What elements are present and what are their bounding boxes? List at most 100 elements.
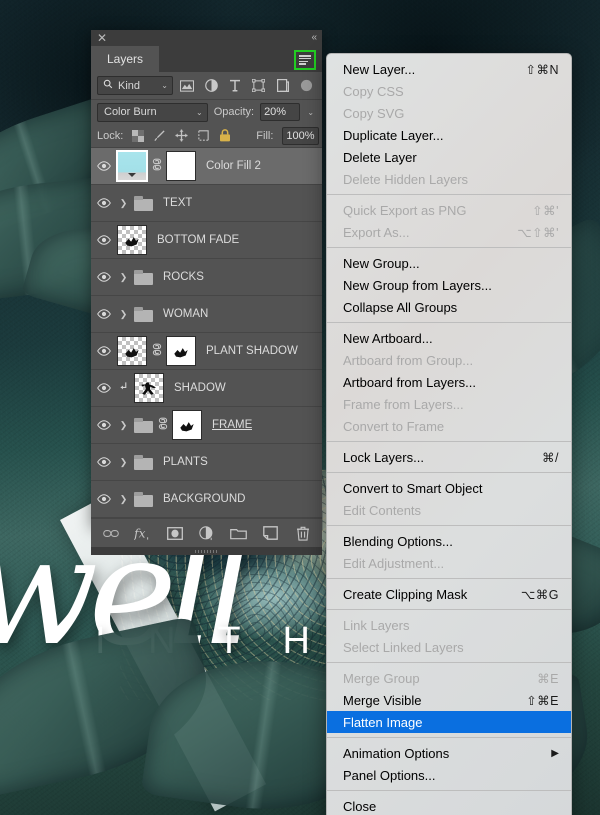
layer-name[interactable]: ROCKS [163, 271, 204, 283]
layer-visibility-toggle[interactable] [91, 259, 117, 296]
filter-pixel-icon[interactable] [178, 76, 197, 95]
menu-item-shortcut: ⌥⌘G [520, 587, 559, 602]
menu-item[interactable]: Duplicate Layer... [327, 124, 571, 146]
folder-icon [134, 269, 153, 285]
filter-toggle-icon[interactable] [297, 76, 316, 95]
menu-item[interactable]: Merge Visible ⇧⌘E [327, 689, 571, 711]
layer-row[interactable]: SHADOW [91, 370, 322, 407]
menu-item[interactable]: Delete Layer [327, 146, 571, 168]
layer-name[interactable]: Color Fill 2 [206, 160, 261, 172]
panel-resize-grip[interactable] [91, 547, 322, 555]
collapse-panel-icon[interactable]: « [311, 31, 317, 44]
lock-position-icon[interactable] [175, 128, 188, 144]
menu-item[interactable]: Collapse All Groups [327, 296, 571, 318]
filter-shape-icon[interactable] [250, 76, 269, 95]
mask-link-icon[interactable] [157, 417, 168, 433]
layer-name[interactable]: FRAME [212, 419, 252, 431]
delete-layer-button[interactable] [294, 524, 312, 542]
layer-row[interactable]: ❯ FRAME [91, 407, 322, 444]
layer-thumbnail[interactable] [117, 225, 147, 255]
link-layers-button[interactable] [102, 524, 120, 542]
new-group-button[interactable] [230, 524, 248, 542]
fill-input[interactable]: 100% [282, 126, 319, 145]
layer-mask-thumbnail[interactable] [166, 336, 196, 366]
menu-item[interactable]: New Group... [327, 252, 571, 274]
blend-mode-select[interactable]: Color Burn ⌄ [97, 102, 208, 122]
layer-visibility-toggle[interactable] [91, 148, 117, 185]
layer-thumbnail[interactable] [117, 336, 147, 366]
layer-name[interactable]: SHADOW [174, 382, 226, 394]
layer-row[interactable]: ❯ PLANTS [91, 444, 322, 481]
menu-item[interactable]: New Artboard... [327, 327, 571, 349]
filter-adjustment-icon[interactable] [202, 76, 221, 95]
layer-visibility-toggle[interactable] [91, 481, 117, 518]
menu-item[interactable]: New Layer... ⇧⌘N [327, 58, 571, 80]
layer-row[interactable]: PLANT SHADOW [91, 333, 322, 370]
menu-item[interactable]: New Group from Layers... [327, 274, 571, 296]
lock-artboard-nesting-icon[interactable] [197, 128, 210, 144]
chevron-right-icon[interactable]: ❯ [117, 272, 130, 283]
menu-item-label: Flatten Image [343, 714, 423, 730]
close-icon[interactable]: ✕ [96, 32, 108, 44]
layer-row[interactable]: BOTTOM FADE [91, 222, 322, 259]
layer-row[interactable]: ❯ BACKGROUND [91, 481, 322, 518]
layer-row[interactable]: ❯ ROCKS [91, 259, 322, 296]
menu-item[interactable]: Create Clipping Mask ⌥⌘G [327, 583, 571, 605]
filter-type-icon[interactable] [226, 76, 245, 95]
layer-visibility-toggle[interactable] [91, 444, 117, 481]
chevron-right-icon[interactable]: ❯ [117, 309, 130, 320]
layer-row[interactable]: Color Fill 2 [91, 148, 322, 185]
layer-name[interactable]: TEXT [163, 197, 192, 209]
lock-image-pixels-icon[interactable] [153, 128, 166, 144]
menu-item[interactable]: Animation Options ▶ [327, 742, 571, 764]
layer-name[interactable]: PLANT SHADOW [206, 345, 298, 357]
layer-visibility-toggle[interactable] [91, 333, 117, 370]
filter-smart-object-icon[interactable] [273, 76, 292, 95]
layer-thumbnail[interactable] [134, 373, 164, 403]
chevron-right-icon[interactable]: ❯ [117, 420, 130, 431]
layer-name[interactable]: PLANTS [163, 456, 208, 468]
layer-mask-thumbnail[interactable] [172, 410, 202, 440]
opacity-input[interactable]: 20% [260, 103, 300, 121]
menu-item[interactable]: Flatten Image [327, 711, 571, 733]
add-layer-mask-button[interactable] [166, 524, 184, 542]
layer-row[interactable]: ❯ WOMAN [91, 296, 322, 333]
tab-layers[interactable]: Layers [91, 46, 160, 72]
layer-visibility-toggle[interactable] [91, 185, 117, 222]
mask-link-icon[interactable] [151, 343, 162, 359]
menu-item-label: Delete Hidden Layers [343, 171, 469, 187]
panel-titlebar: ✕ « [91, 30, 322, 46]
panel-menu-button[interactable] [294, 50, 316, 70]
layer-visibility-toggle[interactable] [91, 222, 117, 259]
layer-name[interactable]: BACKGROUND [163, 493, 245, 505]
menu-item[interactable]: Convert to Smart Object [327, 477, 571, 499]
new-layer-button[interactable] [262, 524, 280, 542]
chevron-right-icon[interactable]: ❯ [117, 198, 130, 209]
opacity-chevron-down-icon[interactable]: ⌄ [306, 103, 316, 121]
menu-item-label: Collapse All Groups [343, 299, 458, 315]
layer-row[interactable]: ❯ TEXT [91, 185, 322, 222]
menu-item-label: New Group... [343, 255, 420, 271]
lock-transparent-pixels-icon[interactable] [132, 128, 145, 144]
menu-item: Artboard from Group... [327, 349, 571, 371]
menu-item[interactable]: Close [327, 795, 571, 815]
menu-item[interactable]: Blending Options... [327, 530, 571, 552]
layer-visibility-toggle[interactable] [91, 296, 117, 333]
menu-item[interactable]: Lock Layers... ⌘/ [327, 446, 571, 468]
mask-link-icon[interactable] [151, 158, 162, 174]
adjustment-layer-button[interactable] [198, 524, 216, 542]
chevron-right-icon[interactable]: ❯ [117, 457, 130, 468]
menu-item[interactable]: Panel Options... [327, 764, 571, 786]
chevron-right-icon[interactable]: ❯ [117, 494, 130, 505]
layer-name[interactable]: WOMAN [163, 308, 208, 320]
layer-thumbnail[interactable] [116, 150, 148, 182]
layer-visibility-toggle[interactable] [91, 370, 117, 407]
layer-mask-thumbnail[interactable] [166, 151, 196, 181]
filter-kind-select[interactable]: Kind ⌄ [97, 76, 173, 95]
layer-name[interactable]: BOTTOM FADE [157, 234, 239, 246]
layer-visibility-toggle[interactable] [91, 407, 117, 444]
menu-item[interactable]: Artboard from Layers... [327, 371, 571, 393]
lock-all-icon[interactable] [219, 128, 231, 144]
folder-icon [134, 195, 153, 211]
layer-style-button[interactable]: fx [134, 524, 152, 542]
